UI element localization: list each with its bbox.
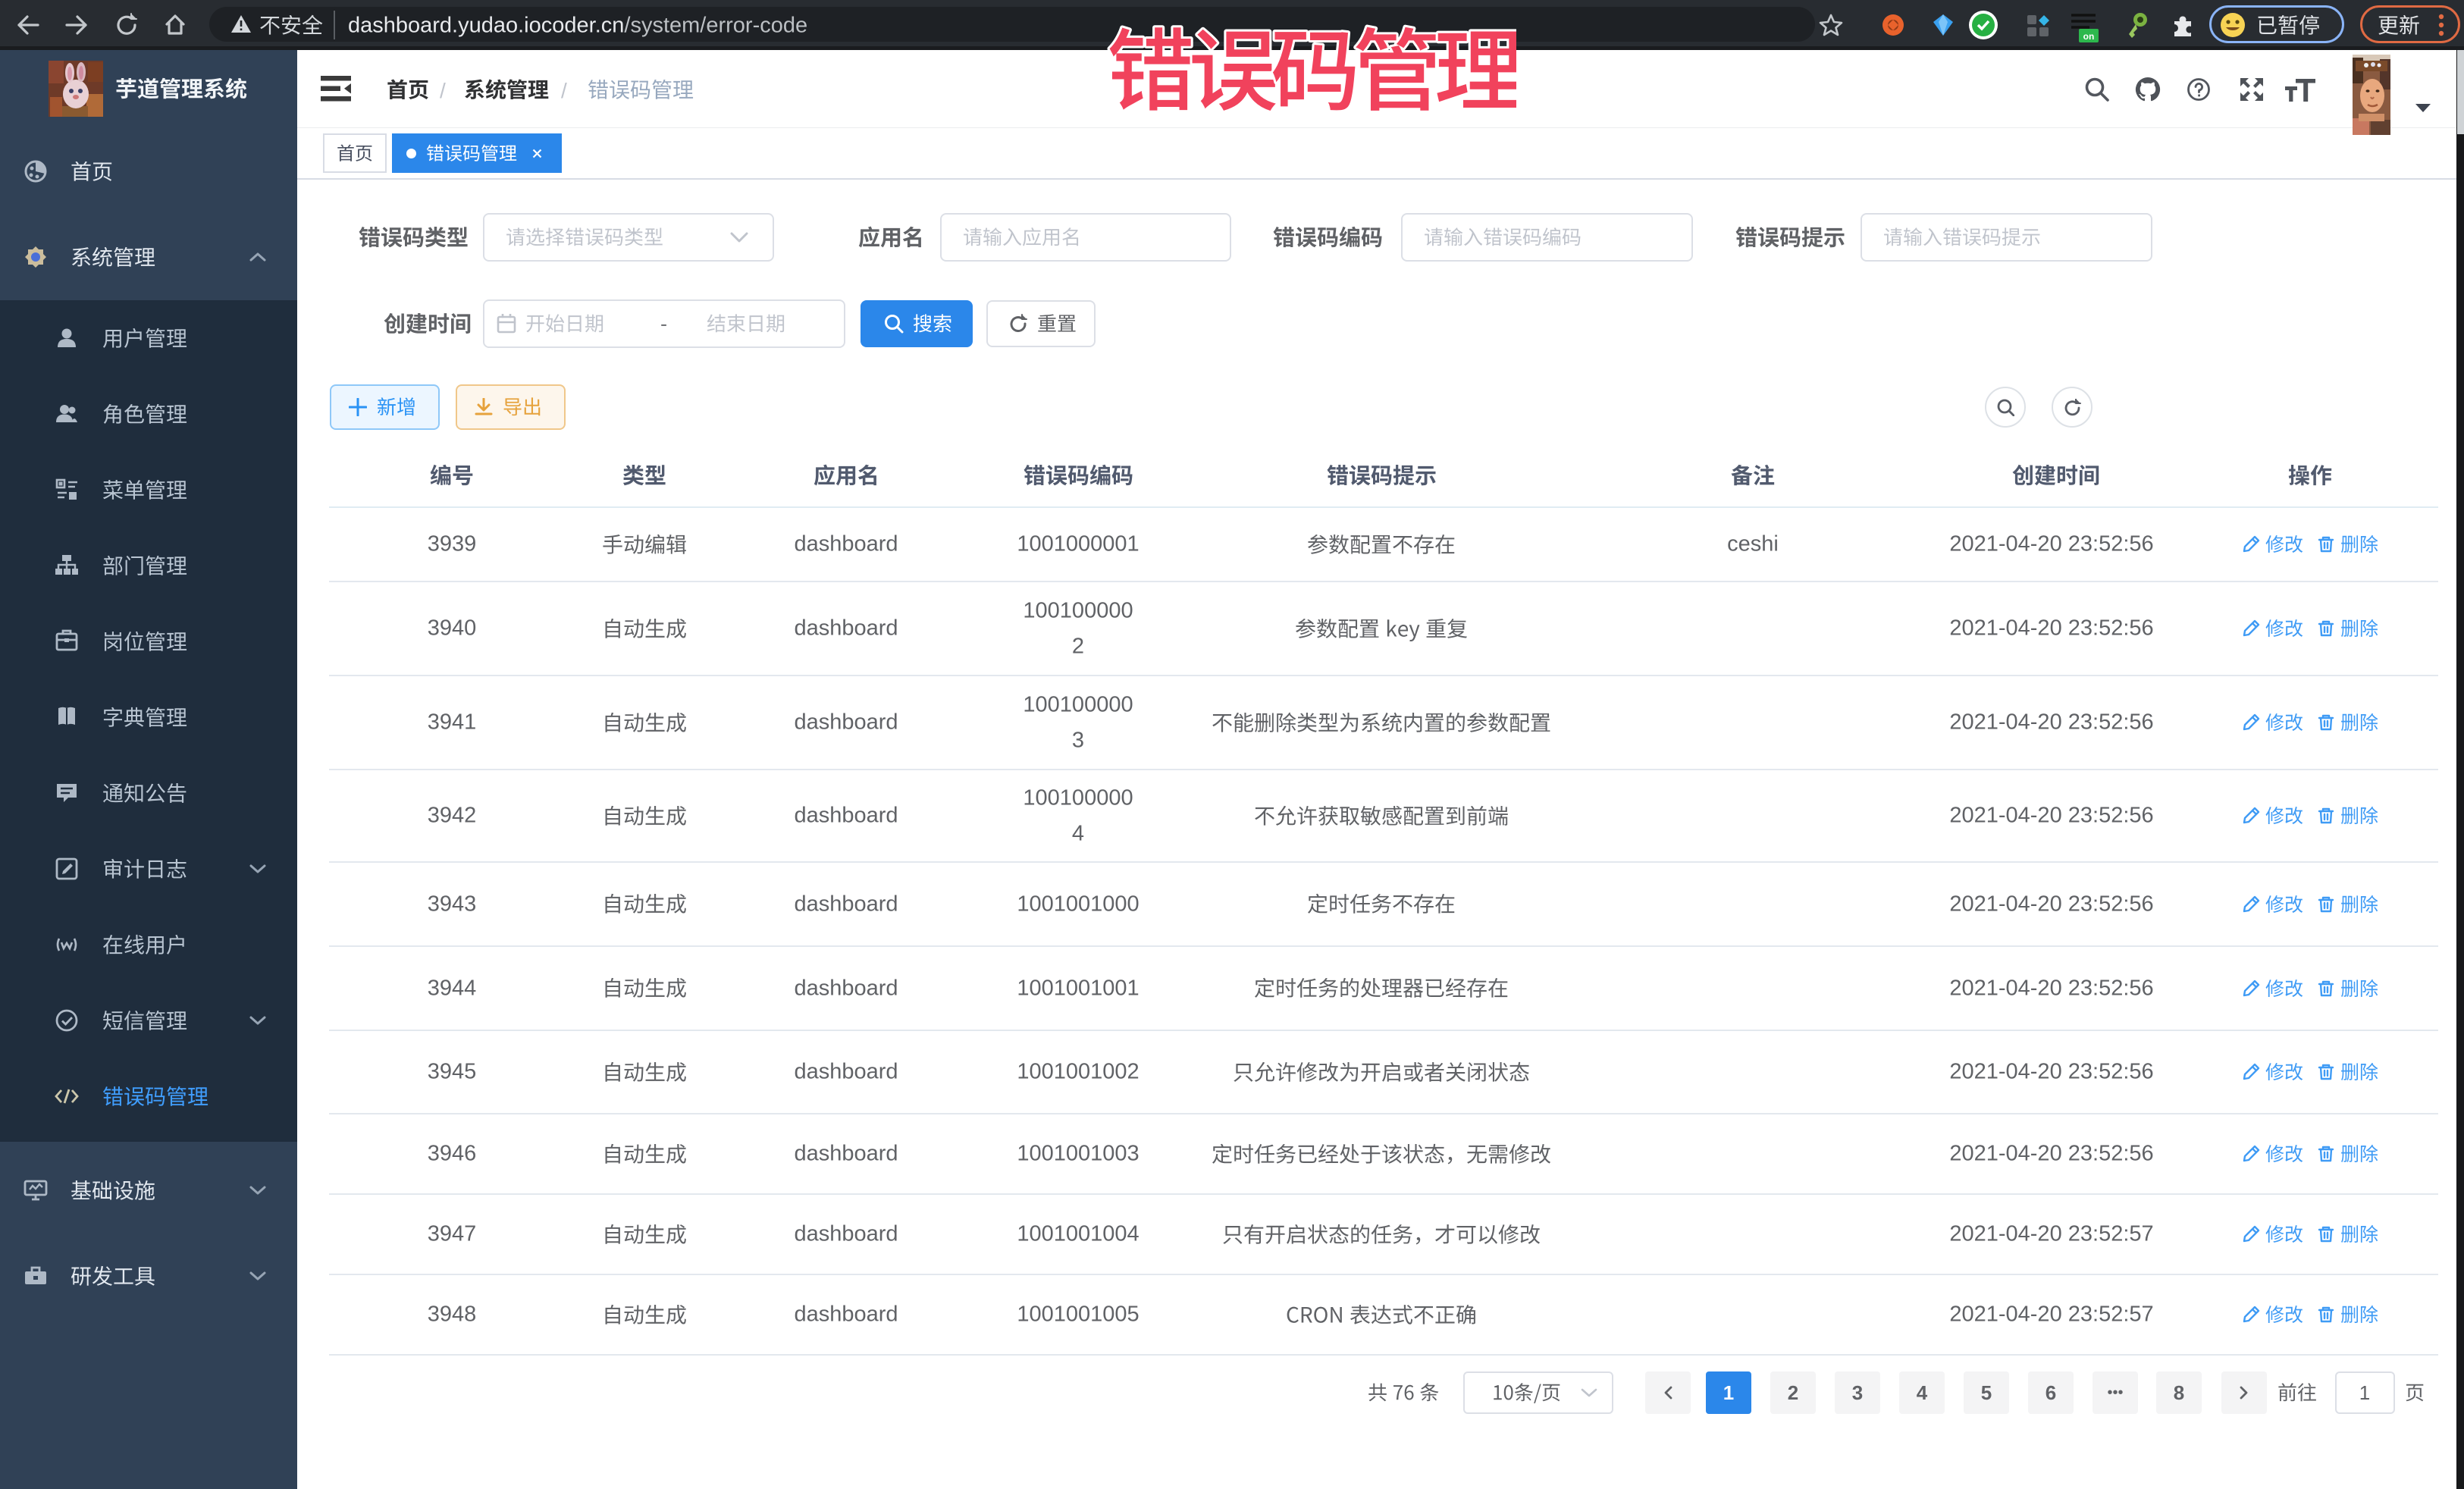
svg-text:on: on <box>2083 31 2095 42</box>
